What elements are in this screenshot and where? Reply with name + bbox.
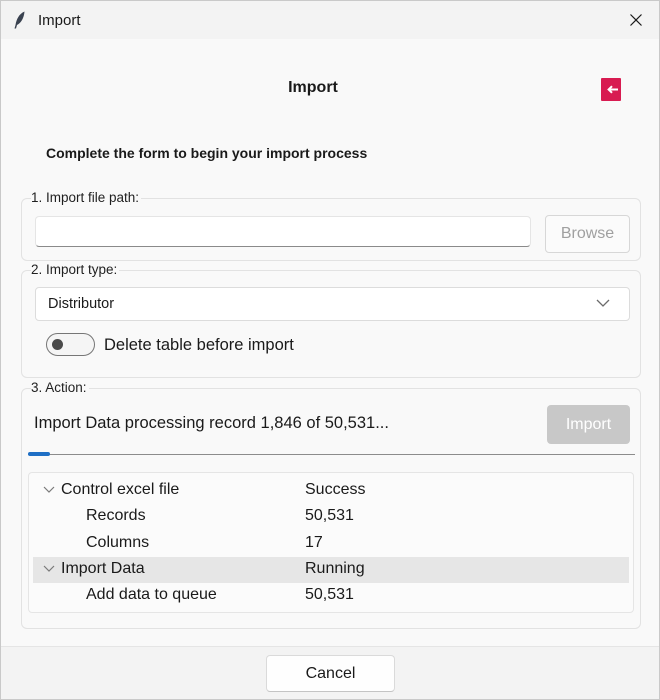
- file-path-input[interactable]: [35, 216, 531, 247]
- tree-row-name: Records: [86, 507, 146, 525]
- progress-fill: [28, 452, 51, 456]
- tree-row-value: Success: [305, 481, 366, 498]
- tree-row-name: Import Data: [61, 559, 145, 577]
- tree-row-value: Running: [305, 559, 365, 577]
- action-label: 3. Action:: [31, 380, 89, 395]
- tree-row-name: Control excel file: [61, 481, 180, 498]
- file-path-label: 1. Import file path:: [31, 190, 142, 205]
- delete-table-toggle[interactable]: [46, 333, 95, 356]
- page-title: Import: [288, 79, 338, 96]
- chevron-down-icon: [596, 299, 610, 307]
- toggle-knob: [52, 339, 63, 350]
- footer: Cancel: [1, 647, 659, 699]
- tree-row[interactable]: Columns 17: [33, 531, 629, 557]
- window-title: Import: [38, 12, 81, 29]
- close-icon: [630, 14, 642, 26]
- import-dialog: Import Import Complete the form to begin…: [0, 0, 660, 700]
- chevron-down-icon[interactable]: [43, 486, 55, 494]
- tree-row-name: Columns: [86, 533, 150, 551]
- feather-icon: [14, 11, 25, 29]
- status-tree[interactable]: Control excel file Success Records 50,531 Co…: [28, 472, 634, 613]
- tree-row[interactable]: Control excel file Success: [33, 478, 629, 504]
- title-bar: Import: [1, 1, 659, 39]
- action-section: 3. Action: Import Data processing record…: [21, 380, 641, 629]
- tree-row-value: 17: [305, 533, 323, 551]
- import-type-value: Distributor: [48, 296, 115, 312]
- tree-row-name: Add data to queue: [86, 586, 217, 604]
- import-type-section: 2. Import type: Distributor Delete table…: [21, 262, 641, 378]
- tree-row[interactable]: Import Data Running: [33, 556, 629, 583]
- import-type-label: 2. Import type:: [31, 262, 120, 277]
- tree-row-value: 50,531: [305, 507, 354, 525]
- chevron-down-icon[interactable]: [43, 565, 55, 573]
- browse-button[interactable]: Browse: [545, 215, 630, 253]
- form-instructions: Complete the form to begin your import p…: [46, 145, 368, 161]
- import-button[interactable]: Import: [547, 405, 630, 444]
- cancel-button[interactable]: Cancel: [266, 655, 395, 692]
- import-type-select[interactable]: Distributor: [35, 287, 630, 321]
- tree-row[interactable]: Add data to queue 50,531: [33, 583, 629, 609]
- delete-table-label: Delete table before import: [104, 336, 294, 354]
- file-path-section: 1. Import file path: Browse: [21, 190, 641, 261]
- tree-row-value: 50,531: [305, 586, 354, 604]
- status-text: Import Data processing record 1,846 of 5…: [34, 414, 389, 432]
- progress-bar: [28, 452, 635, 456]
- close-button[interactable]: [613, 1, 659, 39]
- exit-icon[interactable]: [601, 78, 621, 101]
- tree-row[interactable]: Records 50,531: [33, 504, 629, 530]
